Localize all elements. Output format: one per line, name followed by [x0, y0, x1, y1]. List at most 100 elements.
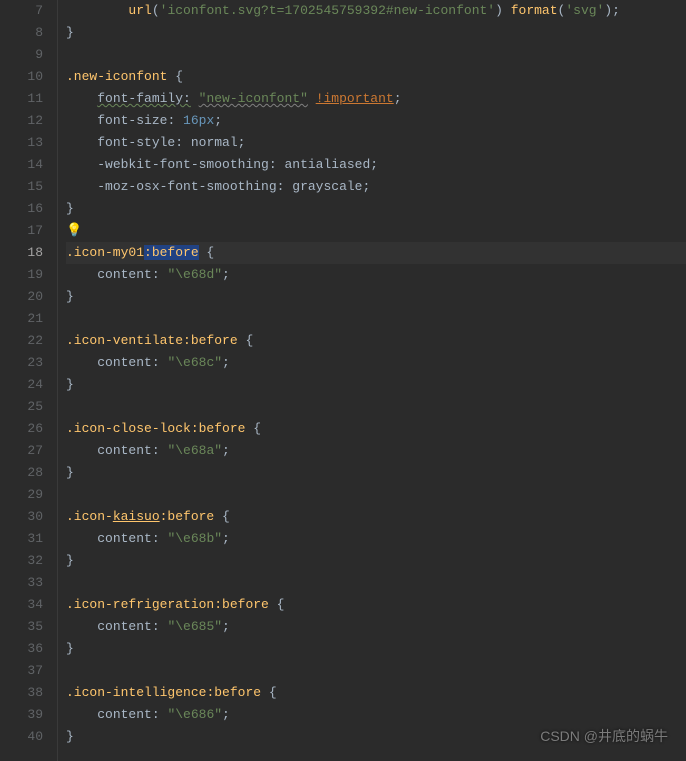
line-number: 28	[0, 462, 43, 484]
line-number: 10	[0, 66, 43, 88]
code-token: :	[269, 157, 285, 172]
code-token: :	[152, 355, 168, 370]
code-line[interactable]: }	[66, 550, 686, 572]
code-token: :	[152, 707, 168, 722]
line-number: 16	[0, 198, 43, 220]
line-number: 24	[0, 374, 43, 396]
code-line[interactable]: .icon-close-lock:before {	[66, 418, 686, 440]
code-line[interactable]: font-size: 16px;	[66, 110, 686, 132]
code-token: format	[511, 3, 558, 18]
code-token: :before	[160, 509, 215, 524]
code-line[interactable]: .icon-my01:before {	[66, 242, 686, 264]
code-token: "new-iconfont"	[199, 91, 308, 106]
line-number: 21	[0, 308, 43, 330]
code-line[interactable]: .icon-intelligence:before {	[66, 682, 686, 704]
code-line[interactable]: .icon-kaisuo:before {	[66, 506, 686, 528]
line-number: 26	[0, 418, 43, 440]
code-line[interactable]: url('iconfont.svg?t=1702545759392#new-ic…	[66, 0, 686, 22]
line-number: 11	[0, 88, 43, 110]
code-line[interactable]: .new-iconfont {	[66, 66, 686, 88]
code-line[interactable]: 💡	[66, 220, 686, 242]
code-token: :	[175, 135, 191, 150]
code-line[interactable]: .icon-ventilate:before {	[66, 330, 686, 352]
code-editor[interactable]: 7891011121314151617181920212223242526272…	[0, 0, 686, 761]
code-token: url	[128, 3, 151, 18]
line-number: 9	[0, 44, 43, 66]
code-line[interactable]: content: "\e68a";	[66, 440, 686, 462]
line-number: 27	[0, 440, 43, 462]
code-line[interactable]: }	[66, 286, 686, 308]
code-line[interactable]: }	[66, 374, 686, 396]
code-line[interactable]	[66, 572, 686, 594]
code-line[interactable]: content: "\e685";	[66, 616, 686, 638]
code-line[interactable]: -webkit-font-smoothing: antialiased;	[66, 154, 686, 176]
code-token: ;	[222, 443, 230, 458]
line-number: 15	[0, 176, 43, 198]
code-token: 'iconfont.svg?t=1702545759392#new-iconfo…	[160, 3, 495, 18]
code-line[interactable]: content: "\e68d";	[66, 264, 686, 286]
code-token: (	[152, 3, 160, 18]
code-token: .icon-close-lock	[66, 421, 191, 436]
code-token: "\e686"	[167, 707, 222, 722]
code-token: .icon-my01	[66, 245, 144, 260]
code-line[interactable]: .icon-refrigeration:before {	[66, 594, 686, 616]
code-token: "\e68b"	[167, 531, 222, 546]
code-token: :	[152, 443, 168, 458]
code-token: }	[66, 465, 74, 480]
code-token: font-style	[97, 135, 175, 150]
code-line[interactable]: -moz-osx-font-smoothing: grayscale;	[66, 176, 686, 198]
line-number: 34	[0, 594, 43, 616]
code-line[interactable]	[66, 44, 686, 66]
code-token: font-size	[97, 113, 167, 128]
code-token: ;	[238, 135, 246, 150]
code-token: {	[261, 685, 277, 700]
code-token: );	[604, 3, 620, 18]
code-token: }	[66, 25, 74, 40]
code-token: :	[167, 113, 183, 128]
code-token: grayscale	[292, 179, 362, 194]
code-token: :	[152, 619, 168, 634]
code-line[interactable]: }	[66, 638, 686, 660]
code-token: :before	[183, 333, 238, 348]
code-line[interactable]: content: "\e686";	[66, 704, 686, 726]
code-token	[66, 528, 97, 550]
line-number: 14	[0, 154, 43, 176]
code-token: "\e68a"	[167, 443, 222, 458]
line-number: 25	[0, 396, 43, 418]
code-token: }	[66, 377, 74, 392]
code-line[interactable]	[66, 308, 686, 330]
code-line[interactable]: content: "\e68c";	[66, 352, 686, 374]
code-token: .new-iconfont	[66, 69, 175, 84]
code-area[interactable]: url('iconfont.svg?t=1702545759392#new-ic…	[58, 0, 686, 761]
lightbulb-icon[interactable]: 💡	[66, 223, 82, 238]
line-number: 38	[0, 682, 43, 704]
code-line[interactable]	[66, 484, 686, 506]
code-line[interactable]	[66, 396, 686, 418]
code-token: ;	[214, 113, 222, 128]
line-number: 20	[0, 286, 43, 308]
code-line[interactable]: }	[66, 462, 686, 484]
code-token	[66, 110, 97, 132]
code-line[interactable]	[66, 660, 686, 682]
watermark-text: CSDN @井底的蜗牛	[540, 725, 668, 747]
code-line[interactable]: }	[66, 198, 686, 220]
code-line[interactable]: font-style: normal;	[66, 132, 686, 154]
code-token: content	[97, 707, 152, 722]
line-number: 17	[0, 220, 43, 242]
code-token: {	[245, 421, 261, 436]
code-token: }	[66, 289, 74, 304]
code-line[interactable]: }	[66, 22, 686, 44]
code-token: {	[269, 597, 285, 612]
code-token: :	[277, 179, 293, 194]
code-token: .icon-ventilate	[66, 333, 183, 348]
code-token: content	[97, 619, 152, 634]
code-line[interactable]: content: "\e68b";	[66, 528, 686, 550]
code-token: ;	[222, 355, 230, 370]
code-token: .icon-intelligence	[66, 685, 206, 700]
line-number: 32	[0, 550, 43, 572]
code-token: {	[238, 333, 254, 348]
code-token: :	[152, 531, 168, 546]
line-number: 30	[0, 506, 43, 528]
code-token: .icon-refrigeration	[66, 597, 214, 612]
code-line[interactable]: font-family: "new-iconfont" !important;	[66, 88, 686, 110]
